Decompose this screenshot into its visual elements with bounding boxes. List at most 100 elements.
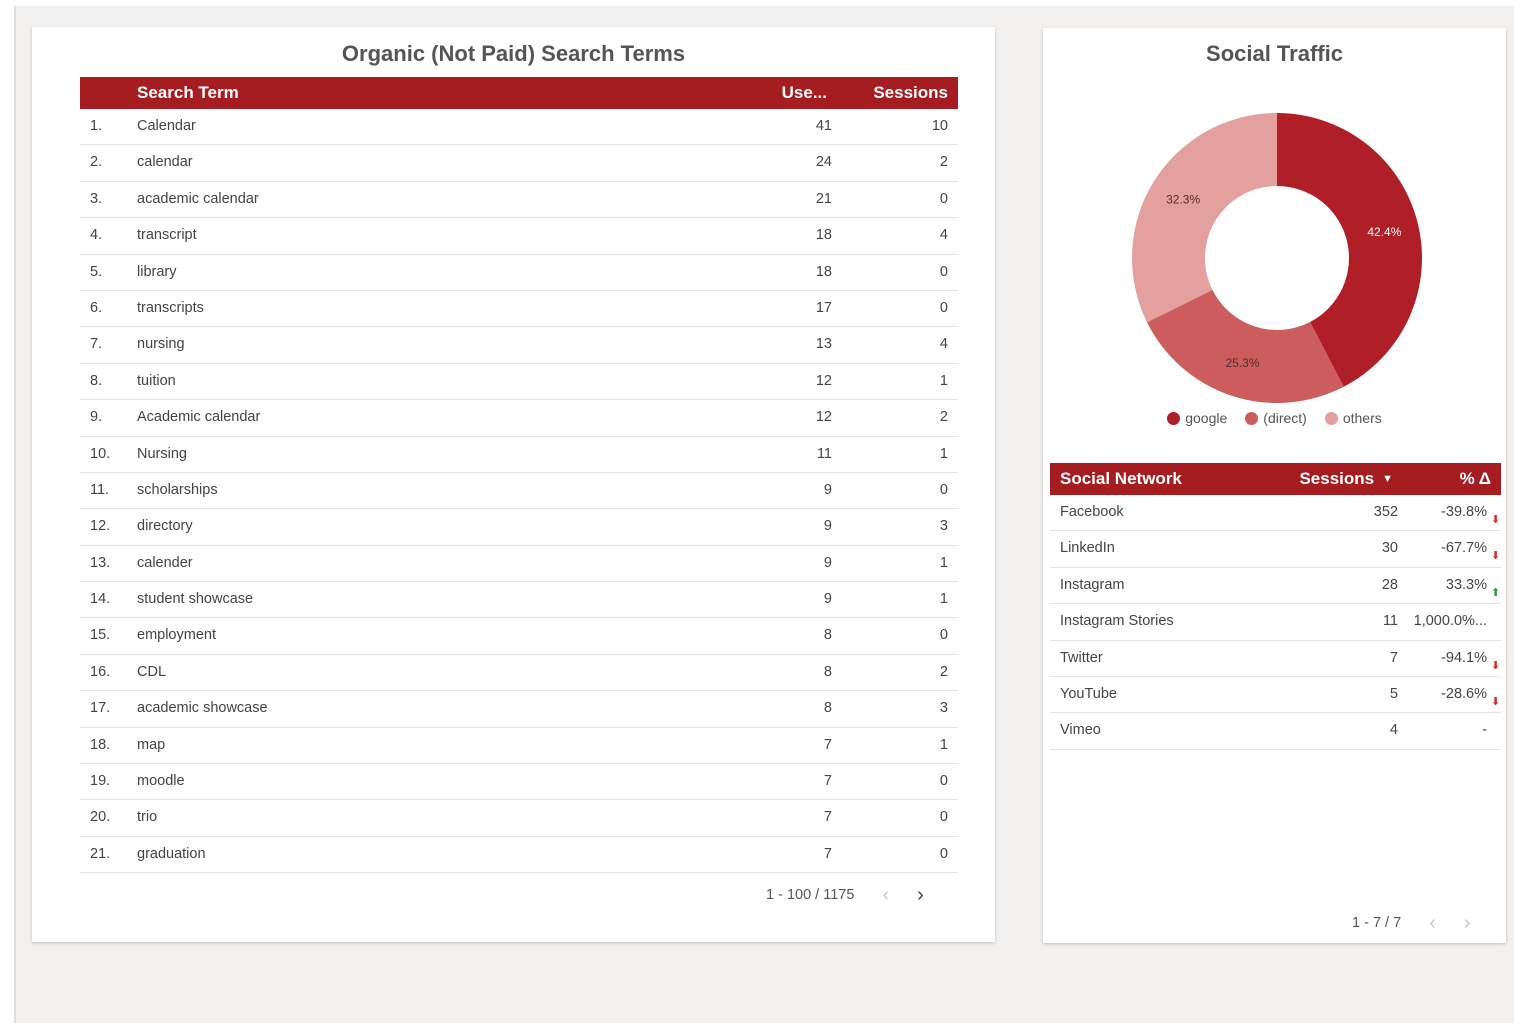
arrow-down-icon: ⬇ xyxy=(1491,659,1501,672)
table-row[interactable]: 18. map 7 1 xyxy=(80,728,958,765)
table-row[interactable]: 16. CDL 8 2 xyxy=(80,655,958,692)
pager-range: 1 - 7 / 7 xyxy=(1352,915,1402,931)
users-cell: 9 xyxy=(823,481,832,498)
sort-desc-icon[interactable]: ▼ xyxy=(1382,473,1393,485)
users-cell: 12 xyxy=(815,372,832,389)
row-index: 17. xyxy=(90,700,111,717)
users-cell: 21 xyxy=(815,190,832,207)
social-traffic-title: Social Traffic xyxy=(1206,41,1343,66)
table-row[interactable]: 1. Calendar 41 10 xyxy=(80,109,958,146)
table-row[interactable]: Instagram 28 33.3% ⬆ xyxy=(1050,568,1501,605)
chevron-right-icon[interactable]: › xyxy=(917,885,924,905)
table-row[interactable]: 21. graduation 7 0 xyxy=(80,837,958,874)
donut-slice-label: 25.3% xyxy=(1226,356,1260,370)
search-table-pager: 1 - 100 / 1175 ‹ › xyxy=(766,885,924,905)
sessions-cell: 0 xyxy=(939,773,948,790)
search-term-cell: scholarships xyxy=(137,481,218,498)
network-cell: LinkedIn xyxy=(1060,540,1115,557)
row-index: 5. xyxy=(90,263,103,280)
sessions-cell: 4 xyxy=(939,227,948,244)
search-terms-table: Search Term Use... Sessions 1. Calendar 41… xyxy=(80,77,958,874)
pct-change-cell: 33.3% ⬆ xyxy=(1446,577,1500,599)
table-row[interactable]: 11. scholarships 9 0 xyxy=(80,473,958,510)
table-row[interactable]: 13. calender 9 1 xyxy=(80,546,958,583)
donut-slice-others[interactable] xyxy=(1132,113,1277,323)
sessions-cell: 5 xyxy=(1389,685,1398,702)
search-terms-card: Organic (Not Paid) Search Terms Search T… xyxy=(32,27,995,942)
chevron-left-icon[interactable]: ‹ xyxy=(882,885,889,905)
table-row[interactable]: 6. transcripts 17 0 xyxy=(80,291,958,328)
sessions-cell: 0 xyxy=(939,845,948,862)
table-row[interactable]: 12. directory 9 3 xyxy=(80,509,958,546)
search-table-body: 1. Calendar 41 10 2. calendar 24 2 3. academic ca… xyxy=(80,109,958,874)
sessions-cell: 28 xyxy=(1381,576,1398,593)
users-cell: 11 xyxy=(816,445,832,462)
sessions-cell: 2 xyxy=(939,154,948,171)
row-index: 14. xyxy=(90,591,111,608)
table-row[interactable]: 20. trio 7 0 xyxy=(80,800,958,837)
donut-slice-label: 32.3% xyxy=(1166,193,1200,207)
row-index: 6. xyxy=(90,299,103,316)
table-row[interactable]: 2. calendar 24 2 xyxy=(80,145,958,182)
donut-legend: google (direct) others xyxy=(1043,410,1506,426)
sessions-cell: 1 xyxy=(939,736,948,753)
table-row[interactable]: 7. nursing 13 4 xyxy=(80,327,958,364)
table-row[interactable]: Facebook 352 -39.8% ⬇ xyxy=(1050,495,1501,532)
sessions-cell: 352 xyxy=(1373,504,1398,520)
search-term-cell: CDL xyxy=(137,663,167,680)
row-index: 8. xyxy=(90,372,103,389)
table-row[interactable]: 9. Academic calendar 12 2 xyxy=(80,400,958,437)
legend-dot-icon xyxy=(1245,412,1259,425)
pct-change-cell: - xyxy=(1482,722,1487,738)
pct-change-cell: -28.6% ⬇ xyxy=(1441,686,1500,708)
table-row[interactable]: LinkedIn 30 -67.7% ⬇ xyxy=(1050,531,1501,568)
sessions-cell: 0 xyxy=(939,190,948,207)
search-term-cell: transcript xyxy=(137,227,197,244)
row-index: 19. xyxy=(90,773,111,790)
search-term-cell: academic calendar xyxy=(137,190,259,207)
users-cell: 13 xyxy=(815,336,832,353)
search-term-cell: calender xyxy=(137,554,193,571)
table-row[interactable]: 14. student showcase 9 1 xyxy=(80,582,958,619)
legend-item[interactable]: google xyxy=(1167,410,1227,426)
row-index: 15. xyxy=(90,627,111,644)
table-row[interactable]: 3. academic calendar 21 0 xyxy=(80,182,958,219)
table-row[interactable]: 5. library 18 0 xyxy=(80,255,958,291)
column-header-search-term[interactable]: Search Term xyxy=(137,83,239,103)
table-row[interactable]: YouTube 5 -28.6% ⬇ xyxy=(1050,677,1501,714)
table-row[interactable]: 10. Nursing 11 1 xyxy=(80,437,958,473)
social-table-body: Facebook 352 -39.8% ⬇ LinkedIn 30 -67.7% ⬇ Insta… xyxy=(1050,495,1501,750)
table-row[interactable]: 4. transcript 18 4 xyxy=(80,218,958,255)
row-index: 21. xyxy=(90,845,111,862)
table-row[interactable]: 19. moodle 7 0 xyxy=(80,764,958,801)
legend-item[interactable]: others xyxy=(1324,410,1382,426)
column-header-sessions[interactable]: Sessions ▼ xyxy=(1299,469,1393,489)
search-term-cell: nursing xyxy=(137,336,185,353)
users-cell: 7 xyxy=(823,736,832,753)
legend-label: others xyxy=(1342,410,1382,426)
chevron-left-icon[interactable]: ‹ xyxy=(1429,913,1436,933)
column-header-social-network[interactable]: Social Network xyxy=(1060,469,1182,489)
table-row[interactable]: Twitter 7 -94.1% ⬇ xyxy=(1050,641,1501,677)
sessions-cell: 0 xyxy=(939,809,948,826)
pct-change-cell: -67.7% ⬇ xyxy=(1441,540,1500,562)
arrow-up-icon: ⬆ xyxy=(1491,586,1501,599)
row-index: 3. xyxy=(90,190,103,207)
sessions-cell: 0 xyxy=(939,627,948,644)
legend-item[interactable]: (direct) xyxy=(1245,410,1307,426)
users-cell: 8 xyxy=(823,663,832,680)
row-index: 9. xyxy=(90,409,103,426)
chevron-right-icon[interactable]: › xyxy=(1464,913,1471,933)
column-header-sessions[interactable]: Sessions xyxy=(873,83,948,103)
table-row[interactable]: Instagram Stories 11 1,000.0%... xyxy=(1050,604,1501,641)
table-row[interactable]: Vimeo 4 - xyxy=(1050,713,1501,750)
network-cell: Instagram Stories xyxy=(1060,613,1174,630)
column-header-pct-change[interactable]: % Δ xyxy=(1460,469,1491,489)
search-term-cell: moodle xyxy=(137,773,185,790)
table-row[interactable]: 8. tuition 12 1 xyxy=(80,364,958,401)
table-row[interactable]: 15. employment 8 0 xyxy=(80,618,958,655)
traffic-donut-chart: 42.4% 25.3% 32.3% xyxy=(1132,113,1422,403)
network-cell: Instagram xyxy=(1060,576,1125,593)
column-header-users[interactable]: Use... xyxy=(782,83,827,103)
table-row[interactable]: 17. academic showcase 8 3 xyxy=(80,691,958,728)
